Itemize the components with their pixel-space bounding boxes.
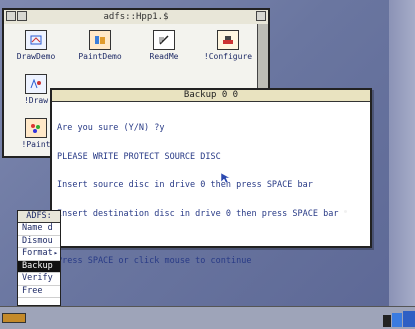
configure-icon — [217, 30, 239, 50]
file-label: !Paint — [21, 140, 51, 149]
toggle-size-icon[interactable] — [256, 11, 266, 21]
menu-item-format[interactable]: Format ▸ — [18, 248, 60, 261]
output-line: PLEASE WRITE PROTECT SOURCE DISC — [57, 151, 221, 162]
menu-item-backup[interactable]: Backup — [18, 260, 60, 273]
file-label: !Configure — [203, 52, 253, 61]
adfs-menu[interactable]: ADFS: Name d Dismou Format ▸ Backup Verif… — [17, 210, 61, 306]
output-line: Insert destination disc in drive 0 then … — [57, 208, 339, 219]
mouse-pointer-icon — [220, 172, 231, 184]
menu-item-name-disc[interactable]: Name d — [18, 223, 60, 236]
icon-bar — [0, 306, 415, 329]
disc-drive-icon[interactable] — [2, 313, 26, 323]
monitor-bezel — [389, 0, 415, 328]
filer-titlebar[interactable]: adfs::Hpp1.$ — [4, 10, 268, 25]
output-line: Press SPACE or click mouse to continue — [57, 256, 252, 266]
menu-item-label: Verify — [22, 273, 53, 283]
file-paintdemo[interactable]: PaintDemo — [70, 28, 130, 72]
file-label: DrawDemo — [16, 52, 56, 61]
file-label: !Draw — [23, 96, 49, 105]
draw-app-icon — [25, 74, 47, 94]
output-line: Are you sure (Y/N) ?y — [57, 123, 165, 133]
screen-glare-dot — [344, 210, 347, 213]
menu-title: ADFS: — [18, 211, 60, 223]
menu-item-verify[interactable]: Verify — [18, 273, 60, 286]
submenu-arrow-icon: ▸ — [53, 249, 58, 257]
output-line: Insert source disc in drive 0 then press… — [57, 180, 313, 190]
dialog-output: Are you sure (Y/N) ?y PLEASE WRITE PROTE… — [57, 105, 366, 265]
paint-app-icon — [25, 118, 47, 138]
menu-item-label: Format — [22, 248, 53, 258]
backup-dialog[interactable]: Backup 0 0 Are you sure (Y/N) ?y PLEASE … — [50, 88, 372, 266]
app-configure[interactable]: !Configure — [198, 28, 258, 72]
menu-item-free[interactable]: Free — [18, 285, 60, 298]
file-label: ReadMe — [149, 52, 179, 61]
file-label: PaintDemo — [78, 52, 122, 61]
file-readme[interactable]: ReadMe — [134, 28, 194, 72]
menu-item-label: Free — [22, 285, 43, 296]
file-drawdemo[interactable]: DrawDemo — [6, 28, 66, 72]
menu-item-label: Backup — [22, 260, 53, 271]
textfile-icon — [153, 30, 175, 50]
menu-item-label: Name d — [22, 223, 53, 233]
filer-title: adfs::Hpp1.$ — [103, 12, 169, 22]
menu-item-label: Dismou — [22, 235, 53, 246]
dialog-title: Backup 0 0 — [52, 90, 370, 102]
menu-item-dismount[interactable]: Dismou — [18, 235, 60, 248]
drawfile-icon — [25, 30, 47, 50]
spritefile-icon — [89, 30, 111, 50]
acorn-logo-icon[interactable] — [383, 309, 415, 329]
